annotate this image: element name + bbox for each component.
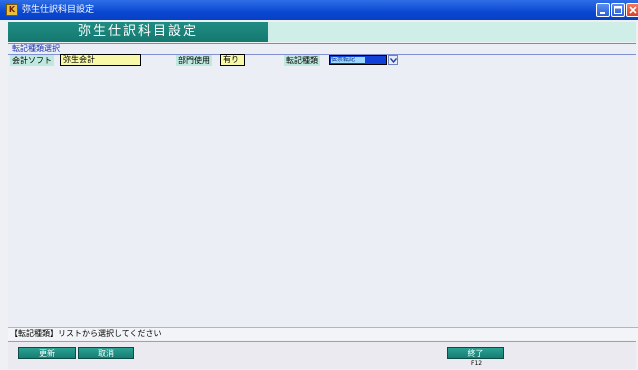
cancel-button[interactable]: 取消 — [78, 347, 134, 359]
window-title: 弥生仕訳科目設定 — [22, 5, 95, 15]
transfer-type-value: 伝票転記 — [331, 57, 365, 63]
maximize-icon — [614, 6, 622, 14]
minimize-button[interactable] — [596, 3, 610, 17]
maximize-button[interactable] — [611, 3, 625, 17]
page-title: 弥生仕訳科目設定 — [8, 22, 268, 42]
chevron-down-icon — [390, 58, 397, 63]
status-message: 【転記種類】リストから選択してください — [8, 327, 638, 340]
main-panel — [8, 43, 636, 327]
software-label: 会計ソフト — [10, 55, 54, 66]
close-icon — [629, 6, 637, 14]
finish-key-hint: F12 — [471, 360, 483, 367]
section-label: 転記種類選択 — [12, 44, 60, 53]
transfer-type-label: 転記種類 — [284, 55, 320, 66]
app-icon: K — [6, 4, 18, 16]
finish-button[interactable]: 終了 — [447, 347, 504, 359]
close-button[interactable] — [626, 3, 638, 17]
department-label: 部門使用 — [176, 55, 212, 66]
update-button[interactable]: 更新 — [18, 347, 76, 359]
software-field[interactable]: 弥生会計 — [60, 54, 141, 66]
department-field[interactable]: 有り — [220, 54, 245, 66]
transfer-type-dropdown-button[interactable] — [388, 55, 398, 65]
minimize-icon — [600, 12, 605, 14]
title-bar[interactable]: K 弥生仕訳科目設定 — [0, 0, 638, 20]
transfer-type-select[interactable]: 伝票転記 — [329, 55, 387, 65]
app-window: K 弥生仕訳科目設定 弥生仕訳科目設定 転記種類選択 会計ソフト 弥生会計 部門… — [0, 0, 638, 370]
function-key-bar: 更新 取消 終了 F12 — [8, 341, 636, 369]
